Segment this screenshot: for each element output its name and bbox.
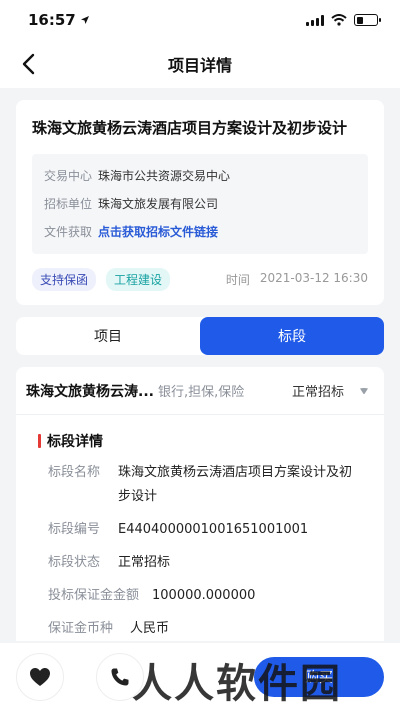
detail-label: 标段名称 <box>48 465 101 480</box>
wifi-icon <box>331 14 347 26</box>
heading-text: 标段详情 <box>47 434 103 450</box>
info-row-tenderer: 招标单位 珠海文旅发展有限公司 <box>44 190 356 218</box>
detail-label: 标段编号 <box>48 522 101 537</box>
tags-row: 支持保函 工程建设 时间 2021-03-12 16:30 <box>32 268 368 291</box>
info-row-file-access: 文件获取 点击获取招标文件链接 <box>44 218 356 246</box>
page-title: 项目详情 <box>167 56 232 75</box>
heart-icon <box>30 668 50 686</box>
info-label: 文件获取 <box>44 225 93 239</box>
tag-category: 工程建设 <box>106 268 171 291</box>
detail-label: 投标保证金金额 <box>48 588 140 603</box>
clock-text: 16:57 <box>28 11 76 29</box>
location-arrow-icon <box>80 16 89 24</box>
bottom-action-bar: 购买 <box>0 643 400 711</box>
call-button[interactable] <box>96 653 144 701</box>
section-body: 标段详情 标段名称 珠海文旅黄杨云涛酒店项目方案设计及初步设计 标段编号 E44… <box>16 415 384 641</box>
detail-row-name: 标段名称 珠海文旅黄杨云涛酒店项目方案设计及初步设计 <box>48 461 364 509</box>
detail-value: 100000.000000 <box>152 588 256 603</box>
detail-row-deposit: 投标保证金金额 100000.000000 <box>48 584 364 608</box>
detail-row-status: 标段状态 正常招标 <box>48 551 364 575</box>
project-title: 珠海文旅黄杨云涛酒店项目方案设计及初步设计 <box>32 119 348 137</box>
detail-row-currency: 保证金币种 人民币 <box>48 617 364 641</box>
tag-guarantee: 支持保函 <box>32 268 97 291</box>
section-detail-heading: 标段详情 <box>38 431 364 451</box>
chevron-left-icon <box>22 53 35 75</box>
section-status: 正常招标 <box>291 385 344 400</box>
tab-section[interactable]: 标段 <box>200 317 384 355</box>
info-row-trading-center: 交易中心 珠海市公共资源交易中心 <box>44 162 356 190</box>
section-header[interactable]: 珠海文旅黄杨云涛... 银行,担保,保险 正常招标 <box>16 367 384 415</box>
detail-label: 保证金币种 <box>48 621 114 636</box>
primary-action-button[interactable]: 购买 <box>254 657 384 697</box>
detail-tabs: 项目 标段 <box>16 317 384 355</box>
info-label: 招标单位 <box>44 197 93 211</box>
tab-project[interactable]: 项目 <box>16 317 200 355</box>
info-label: 交易中心 <box>44 169 93 183</box>
heading-accent-bar <box>38 434 41 448</box>
detail-value: E4404000001001651001001 <box>118 522 309 537</box>
detail-value: 珠海文旅黄杨云涛酒店项目方案设计及初步设计 <box>118 465 353 504</box>
time-value: 2021-03-12 16:30 <box>259 271 368 285</box>
project-summary-card: 珠海文旅黄杨云涛酒店项目方案设计及初步设计 交易中心 珠海市公共资源交易中心 招… <box>16 100 384 305</box>
detail-value: 人民币 <box>130 621 170 636</box>
info-value: 珠海市公共资源交易中心 <box>98 169 231 183</box>
detail-label: 标段状态 <box>48 555 101 570</box>
tender-file-link[interactable]: 点击获取招标文件链接 <box>98 218 218 246</box>
triangle-down-icon[interactable] <box>358 385 370 397</box>
signal-icon <box>306 14 324 26</box>
section-categories: 银行,担保,保险 <box>157 385 245 400</box>
phone-icon <box>111 668 129 686</box>
status-icons <box>306 14 381 26</box>
nav-bar: 项目详情 <box>0 40 400 88</box>
info-value: 珠海文旅发展有限公司 <box>98 197 219 211</box>
detail-row-number: 标段编号 E4404000001001651001001 <box>48 518 364 542</box>
time-label: 时间 <box>225 273 250 287</box>
project-info-box: 交易中心 珠海市公共资源交易中心 招标单位 珠海文旅发展有限公司 文件获取 点击… <box>32 154 368 254</box>
section-card: 珠海文旅黄杨云涛... 银行,担保,保险 正常招标 标段详情 标段名称 珠海文旅… <box>16 367 384 641</box>
back-button[interactable] <box>12 48 44 80</box>
detail-value: 正常招标 <box>118 555 171 570</box>
favorite-button[interactable] <box>16 653 64 701</box>
section-name: 珠海文旅黄杨云涛... <box>26 383 154 400</box>
battery-icon <box>354 14 381 26</box>
status-time: 16:57 <box>28 11 90 29</box>
publish-time: 时间 2021-03-12 16:30 <box>226 271 368 288</box>
status-bar: 16:57 <box>0 0 400 40</box>
